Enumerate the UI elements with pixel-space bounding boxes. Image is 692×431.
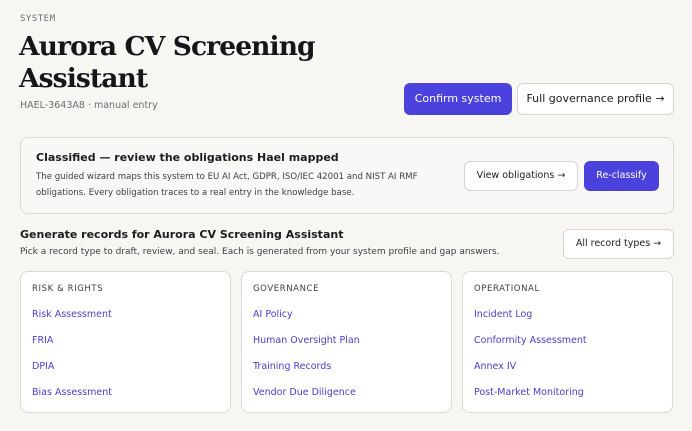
classification-description: The guided wizard maps this system to EU… xyxy=(36,172,418,198)
system-page: SYSTEM Aurora CV Screening Assistant HAE… xyxy=(0,0,692,431)
view-obligations-button[interactable]: View obligations → xyxy=(464,161,578,191)
records-description: Pick a record type to draft, review, and… xyxy=(20,247,500,257)
record-link-incident-log[interactable]: Incident Log xyxy=(474,309,532,320)
system-meta: HAEL-3643A8 · manual entry xyxy=(20,100,158,111)
reclassify-button[interactable]: Re-classify xyxy=(584,161,659,191)
record-column-operational: OPERATIONAL Incident Log Conformity Asse… xyxy=(462,271,673,413)
record-column-governance: GOVERNANCE AI Policy Human Oversight Pla… xyxy=(241,271,452,413)
confirm-system-button[interactable]: Confirm system xyxy=(404,83,512,115)
record-link-human-oversight-plan[interactable]: Human Oversight Plan xyxy=(253,335,360,346)
all-record-types-button[interactable]: All record types → xyxy=(563,229,674,259)
column-heading: GOVERNANCE xyxy=(253,284,320,294)
classification-card: Classified — review the obligations Hael… xyxy=(20,137,674,214)
record-link-vendor-due-diligence[interactable]: Vendor Due Diligence xyxy=(253,387,356,398)
record-link-fria[interactable]: FRIA xyxy=(32,335,53,346)
column-heading: OPERATIONAL xyxy=(474,284,540,294)
section-eyebrow: SYSTEM xyxy=(20,14,56,24)
governance-profile-button[interactable]: Full governance profile → xyxy=(517,83,674,115)
record-link-dpia[interactable]: DPIA xyxy=(32,361,54,372)
records-title: Generate records for Aurora CV Screening… xyxy=(20,228,344,241)
page-title: Aurora CV Screening Assistant xyxy=(19,31,316,94)
record-link-ai-policy[interactable]: AI Policy xyxy=(253,309,293,320)
record-link-annex-iv[interactable]: Annex IV xyxy=(474,361,516,372)
record-link-risk-assessment[interactable]: Risk Assessment xyxy=(32,309,112,320)
classification-title: Classified — review the obligations Hael… xyxy=(36,151,339,164)
record-link-conformity-assessment[interactable]: Conformity Assessment xyxy=(474,335,587,346)
record-link-bias-assessment[interactable]: Bias Assessment xyxy=(32,387,112,398)
record-link-training-records[interactable]: Training Records xyxy=(253,361,331,372)
record-link-post-market-monitoring[interactable]: Post-Market Monitoring xyxy=(474,387,584,398)
column-heading: RISK & RIGHTS xyxy=(32,284,104,294)
record-column-risk-rights: RISK & RIGHTS Risk Assessment FRIA DPIA … xyxy=(20,271,231,413)
